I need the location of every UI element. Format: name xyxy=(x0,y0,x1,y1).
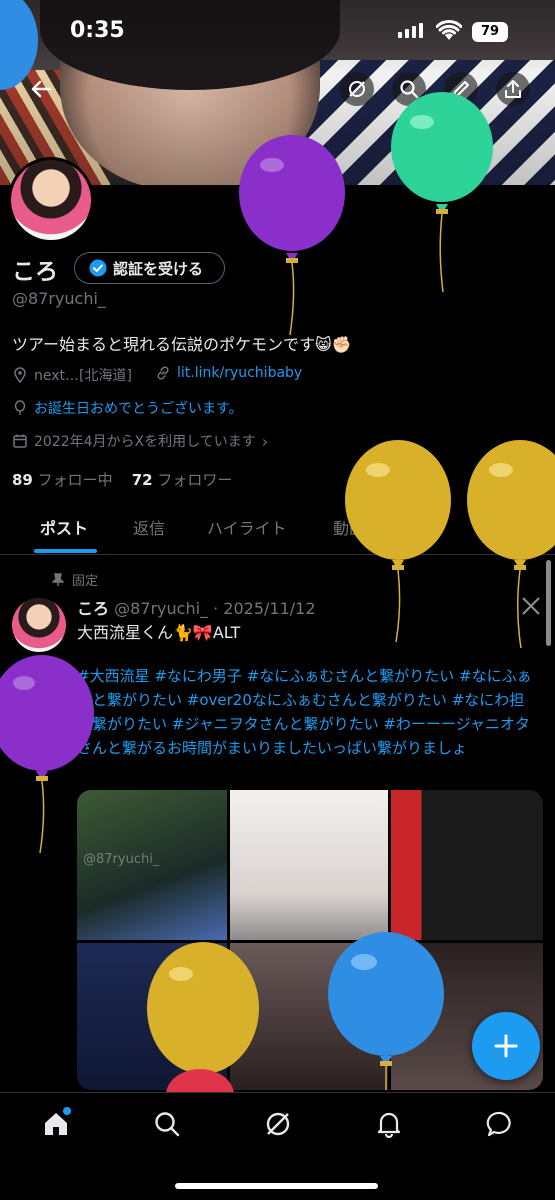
media-image-3[interactable] xyxy=(391,790,543,940)
joined-text: 2022年4月からXを利用しています xyxy=(34,434,256,450)
profile-website[interactable]: lit.link/ryuchibaby xyxy=(155,365,302,381)
following-count: 89 xyxy=(12,471,33,489)
battery-indicator: 79 xyxy=(472,22,508,42)
follow-stats: 89 フォロー中 72 フォロワー xyxy=(12,469,232,490)
birthday-text: お誕生日おめでとうございます。 xyxy=(34,401,243,417)
grok-icon xyxy=(349,81,365,97)
followers-link[interactable]: 72 フォロワー xyxy=(132,471,233,489)
tab-replies[interactable]: 返信 xyxy=(133,515,165,539)
followers-label: フォロワー xyxy=(157,471,233,489)
pinned-indicator: 固定 xyxy=(52,570,98,589)
nav-messages[interactable] xyxy=(483,1107,517,1141)
nav-notifications[interactable] xyxy=(372,1107,406,1141)
post-author[interactable]: ころ xyxy=(77,599,109,618)
link-icon xyxy=(157,366,169,380)
post-text: 大西流星くん🐈🎀ALT xyxy=(77,623,241,642)
pin-icon xyxy=(52,572,64,586)
tab-highlights[interactable]: ハイライト xyxy=(207,515,287,539)
following-link[interactable]: 89 フォロー中 xyxy=(12,471,113,489)
location-pin-icon xyxy=(14,367,26,383)
media-image-2[interactable] xyxy=(230,790,388,940)
post-header: ころ @87ryuchi_ · 2025/11/12 xyxy=(77,595,316,619)
profile-handle: @87ryuchi_ xyxy=(12,289,106,308)
active-tab-indicator xyxy=(34,549,97,553)
signal-icon xyxy=(398,23,423,38)
verified-badge-icon xyxy=(89,259,107,277)
nav-grok[interactable] xyxy=(261,1107,295,1141)
post-handle-date: @87ryuchi_ · 2025/11/12 xyxy=(114,599,316,618)
balloon-blue-decoration xyxy=(328,932,444,1090)
wifi-icon xyxy=(436,20,462,40)
nav-search[interactable] xyxy=(150,1107,184,1141)
share-icon xyxy=(505,80,521,98)
balloon-yellow-decoration-1 xyxy=(345,440,451,643)
profile-joined: 2022年4月からXを利用しています › xyxy=(12,431,268,451)
notification-dot xyxy=(63,1107,71,1115)
bell-icon xyxy=(377,1112,401,1138)
website-link[interactable]: lit.link/ryuchibaby xyxy=(177,365,302,381)
balloon-icon xyxy=(14,400,26,415)
profile-name: ころ xyxy=(12,259,58,285)
balloon-blue-decoration-corner xyxy=(0,0,38,90)
verify-label: 認証を受ける xyxy=(113,259,204,278)
search-icon xyxy=(155,1112,180,1137)
balloon-purple-decoration xyxy=(239,135,345,336)
status-time: 0:35 xyxy=(70,18,125,43)
location-text: next…[北海道] xyxy=(34,368,132,384)
profile-birthday: お誕生日おめでとうございます。 xyxy=(12,398,243,418)
share-button[interactable] xyxy=(496,72,530,106)
balloon-purple-decoration-2 xyxy=(0,655,94,854)
balloon-red-decoration xyxy=(166,1069,234,1095)
plus-icon xyxy=(494,1034,518,1058)
home-indicator xyxy=(175,1183,378,1189)
compose-button[interactable] xyxy=(472,1012,540,1080)
balloon-yellow-decoration-2 xyxy=(467,440,555,649)
post-hashtags[interactable]: #大西流星 #なにわ男子 #なにふぁむさんと繋がりたい #なにふぁむと繋がりたい… xyxy=(77,664,537,760)
profile-avatar[interactable] xyxy=(8,157,94,243)
verify-button[interactable]: 認証を受ける xyxy=(74,252,225,284)
grok-button[interactable] xyxy=(340,72,374,106)
pinned-label: 固定 xyxy=(72,574,99,589)
grok-icon xyxy=(266,1112,290,1136)
chat-bubble-icon xyxy=(486,1111,511,1137)
followers-count: 72 xyxy=(131,471,153,489)
chevron-right-icon[interactable]: › xyxy=(262,432,268,451)
nav-home[interactable] xyxy=(39,1107,73,1141)
balloon-green-decoration xyxy=(391,92,493,293)
calendar-icon xyxy=(13,434,27,448)
following-label: フォロー中 xyxy=(37,471,113,489)
post-avatar[interactable] xyxy=(12,598,66,652)
profile-location: next…[北海道] xyxy=(12,365,132,385)
tab-posts[interactable]: ポスト xyxy=(40,515,88,539)
